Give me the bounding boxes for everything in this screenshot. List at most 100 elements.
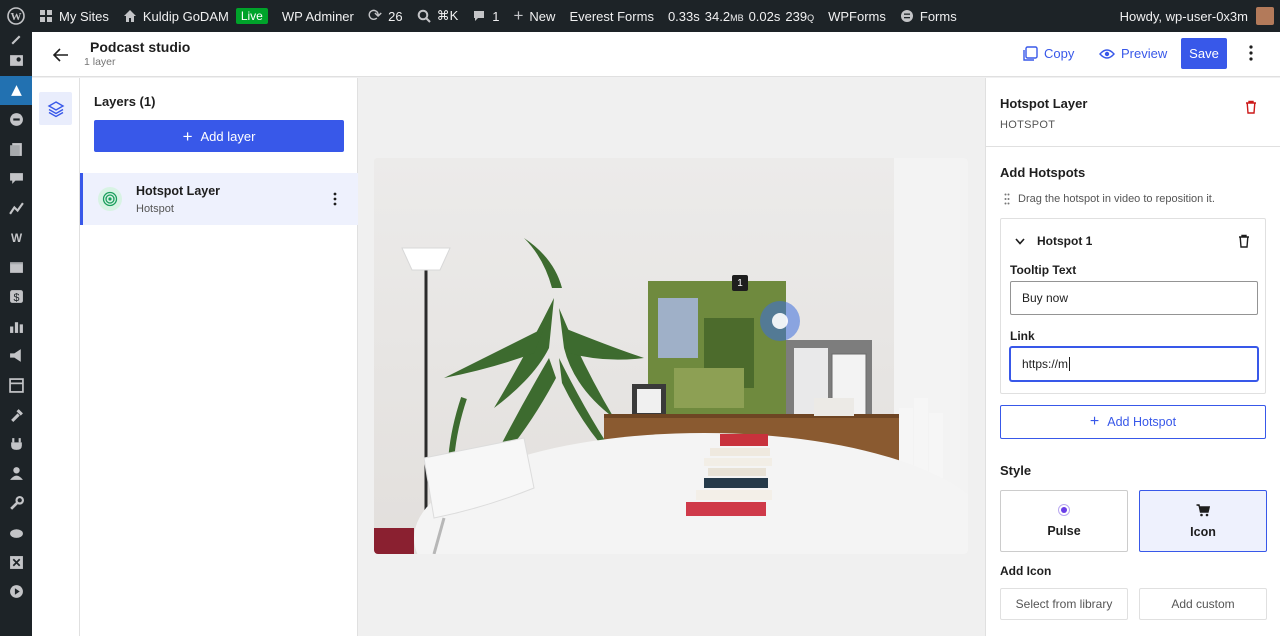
wp-adminer-label: WP Adminer	[281, 8, 354, 24]
video-frame-image	[374, 158, 968, 554]
account-menu[interactable]: Howdy, wp-user-0x3m	[1120, 7, 1280, 25]
wordpress-icon: W	[7, 7, 25, 25]
wp-admin-bar: W My Sites Kuldip GoDAM Live WP Adminer …	[0, 0, 1280, 32]
divider	[986, 146, 1280, 147]
menu-stats-icon[interactable]	[0, 312, 32, 342]
menu-woo-icon[interactable]: W	[0, 223, 32, 253]
select-from-library-button[interactable]: Select from library	[1000, 588, 1128, 620]
hotspot-marker[interactable]	[760, 301, 800, 341]
more-options-button[interactable]	[1241, 42, 1261, 64]
text-caret	[1069, 357, 1071, 371]
add-hotspots-title: Add Hotspots	[1000, 165, 1086, 180]
save-button[interactable]: Save	[1181, 38, 1227, 69]
new-label: New	[529, 8, 556, 24]
menu-play-icon[interactable]	[0, 577, 32, 607]
layer-item-hotspot[interactable]: Hotspot Layer Hotspot	[80, 173, 358, 225]
wpforms-label: WPForms	[828, 8, 886, 24]
menu-settings-icon[interactable]	[0, 548, 32, 578]
add-hotspot-label: Add Hotspot	[1107, 415, 1177, 429]
plus-icon: +	[182, 126, 193, 146]
svg-text:W: W	[11, 11, 22, 23]
trash-icon	[1246, 100, 1256, 114]
wp-adminer-link[interactable]: WP Adminer	[275, 0, 361, 32]
menu-products-icon[interactable]	[0, 253, 32, 283]
style-option-icon[interactable]: Icon	[1139, 490, 1267, 552]
hotspot-dot	[772, 313, 788, 329]
more-vertical-icon	[333, 192, 337, 206]
comments-count: 1	[492, 8, 500, 24]
add-custom-button[interactable]: Add custom	[1139, 588, 1267, 620]
perf-time-1: 0.33s	[667, 8, 700, 24]
everest-forms-menu[interactable]: Everest Forms	[562, 0, 661, 32]
layer-options-button[interactable]	[326, 188, 344, 210]
chevron-down-icon	[1015, 237, 1025, 245]
updates-icon: ⟳	[367, 6, 383, 25]
hotspot-number-badge: 1	[732, 275, 748, 291]
menu-cloud-icon[interactable]	[0, 518, 32, 548]
menu-appearance-icon[interactable]	[0, 400, 32, 430]
layer-name: Hotspot Layer	[136, 184, 221, 198]
query-monitor[interactable]: 0.33s 34.2MB 0.02s 239Q	[661, 0, 821, 32]
copy-label: Copy	[1044, 46, 1075, 61]
menu-marketing-icon[interactable]	[0, 341, 32, 371]
menu-templates-icon[interactable]	[0, 371, 32, 401]
perf-memory: 34.2MB	[704, 8, 744, 24]
my-sites-label: My Sites	[59, 8, 109, 24]
forms-label: Forms	[919, 8, 957, 24]
trash-icon	[1239, 234, 1249, 248]
command-search[interactable]: ⌘K	[410, 0, 466, 32]
menu-plugins-icon[interactable]	[0, 430, 32, 460]
wp-logo[interactable]: W	[0, 0, 32, 32]
preview-button[interactable]: Preview	[1099, 38, 1167, 69]
menu-payments-icon[interactable]: $	[0, 282, 32, 312]
menu-analytics-icon[interactable]	[0, 194, 32, 224]
menu-comments-icon[interactable]	[0, 164, 32, 194]
style-title: Style	[1000, 463, 1032, 478]
live-badge: Live	[235, 8, 268, 24]
forms-icon	[900, 9, 914, 23]
drag-handle-icon	[1004, 193, 1010, 205]
add-layer-label: Add layer	[200, 128, 256, 144]
menu-users-icon[interactable]	[0, 459, 32, 489]
link-input[interactable]: https://m	[1010, 347, 1258, 381]
menu-godam-icon[interactable]	[0, 75, 32, 105]
hotspot-toggle[interactable]: Hotspot 1	[1015, 234, 1092, 248]
menu-forms-icon[interactable]	[0, 105, 32, 135]
avatar	[1256, 7, 1274, 25]
video-preview[interactable]: 1	[374, 158, 968, 554]
arrow-left-icon	[53, 48, 68, 62]
updates-count: 26	[388, 8, 403, 24]
everest-forms-label: Everest Forms	[569, 8, 654, 24]
delete-hotspot-button[interactable]	[1235, 232, 1253, 250]
style-option-label: Icon	[1190, 524, 1216, 539]
menu-pin-icon[interactable]	[0, 32, 32, 46]
svg-text:W: W	[10, 232, 22, 245]
my-sites-menu[interactable]: My Sites	[32, 0, 116, 32]
forms-menu[interactable]: Forms	[893, 0, 964, 32]
wpforms-menu[interactable]: WPForms	[821, 0, 893, 32]
pulse-icon	[1058, 504, 1070, 516]
tool-rail	[32, 78, 80, 636]
comments-menu[interactable]: 1	[465, 0, 506, 32]
drag-hint: Drag the hotspot in video to reposition …	[1004, 193, 1215, 205]
updates-menu[interactable]: ⟳ 26	[361, 0, 410, 32]
eye-icon	[1099, 48, 1115, 59]
add-icon-title: Add Icon	[1000, 564, 1052, 578]
site-name-menu[interactable]: Kuldip GoDAM Live	[116, 0, 275, 32]
add-layer-button[interactable]: + Add layer	[94, 120, 344, 152]
tooltip-text-input[interactable]: Buy now	[1010, 281, 1258, 315]
add-hotspot-button[interactable]: + Add Hotspot	[1000, 405, 1266, 439]
delete-layer-button[interactable]	[1242, 98, 1260, 116]
menu-tools-icon[interactable]	[0, 489, 32, 519]
new-content-menu[interactable]: + New	[506, 0, 562, 32]
menu-media-icon[interactable]	[0, 46, 32, 76]
link-label: Link	[1010, 329, 1035, 343]
style-option-pulse[interactable]: Pulse	[1000, 490, 1128, 552]
back-button[interactable]	[50, 44, 72, 66]
copy-icon	[1023, 45, 1038, 61]
copy-button[interactable]: Copy	[1022, 38, 1074, 69]
perf-time-2: 0.02s	[748, 8, 781, 24]
layers-toggle-button[interactable]	[39, 92, 72, 125]
tooltip-text-label: Tooltip Text	[1010, 263, 1077, 277]
menu-pages-icon[interactable]	[0, 135, 32, 165]
